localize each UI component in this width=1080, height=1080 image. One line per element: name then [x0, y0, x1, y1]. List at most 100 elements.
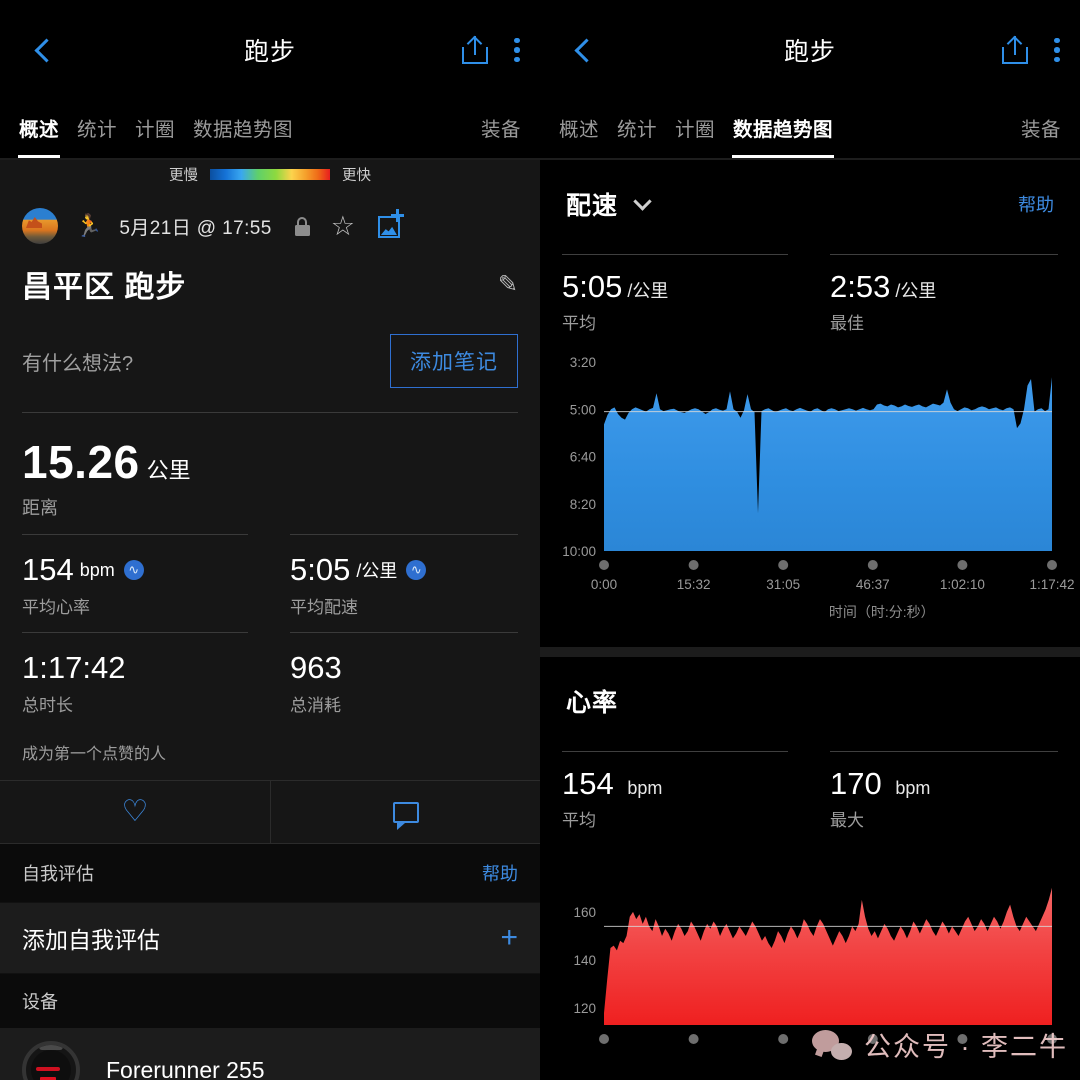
like-prompt: 成为第一个点赞的人	[22, 746, 167, 763]
avg-hr-caption: 平均心率	[22, 598, 90, 617]
topbar-actions	[462, 35, 520, 64]
chevron-left-icon	[33, 37, 59, 63]
back-button-right[interactable]	[560, 27, 606, 73]
gradient-faster-label: 更快	[342, 167, 371, 184]
hr-max-caption: 最大	[830, 811, 864, 830]
avg-pace-value: 5:05	[290, 552, 351, 587]
pace-metrics: 5:05/公里 平均 2:53/公里 最佳	[540, 254, 1080, 334]
right-panel-charts: 跑步 概述 统计 计圈 数据趋势图 装备 配速 帮助 5:05 /公里 平均 2…	[540, 0, 1080, 1080]
duration-caption: 总时长	[22, 696, 73, 715]
avatar[interactable]	[22, 208, 58, 244]
comment-bubble-icon	[392, 801, 419, 830]
add-self-assessment-row[interactable]: 添加自我评估 +	[0, 902, 540, 974]
tab-gear[interactable]: 装备	[472, 113, 530, 158]
pace-sensor-icon: ∿	[406, 560, 427, 580]
avg-pace-caption: 平均配速	[290, 598, 358, 617]
chevron-left-icon	[573, 37, 599, 63]
tab-stats[interactable]: 统计	[68, 113, 126, 158]
comment-button[interactable]	[270, 781, 540, 843]
calories-value: 963	[290, 650, 342, 685]
activity-title: 昌平区 跑步	[22, 271, 187, 304]
left-topbar: 跑步	[0, 0, 540, 100]
star-icon[interactable]: ☆	[331, 212, 355, 240]
distance-unit: 公里	[146, 458, 191, 483]
kebab-menu-icon[interactable]	[1054, 37, 1060, 63]
self-assessment-title: 自我评估	[22, 864, 94, 884]
kebab-menu-icon[interactable]	[514, 37, 520, 63]
chevron-down-icon[interactable]	[633, 191, 652, 211]
gradient-bar	[210, 168, 330, 180]
note-placeholder: 有什么想法?	[22, 352, 134, 375]
pace-avg-unit: /公里	[627, 281, 669, 301]
device-header: 设备	[0, 974, 540, 1028]
activity-title-row: 昌平区 跑步 ✎	[0, 244, 540, 306]
running-icon: 🏃	[75, 213, 103, 238]
distance-value: 15.26	[22, 436, 140, 488]
avg-hr-unit: bpm	[79, 559, 115, 580]
self-assessment-help-link[interactable]: 帮助	[482, 860, 518, 886]
stat-avg-pace: 5:05 /公里 ∿ 平均配速	[270, 534, 540, 618]
tab-stats[interactable]: 统计	[608, 113, 666, 158]
tab-overview[interactable]: 概述	[10, 113, 68, 158]
add-photo-icon[interactable]	[377, 209, 404, 238]
tab-charts[interactable]: 数据趋势图	[184, 113, 302, 158]
device-title: 设备	[22, 992, 58, 1012]
svg-text:0:00: 0:00	[591, 577, 617, 592]
like-button[interactable]: ♡	[0, 781, 270, 843]
tab-gear[interactable]: 装备	[1012, 113, 1070, 158]
pace-avg-metric: 5:05/公里 平均	[540, 254, 810, 334]
pace-avg-caption: 平均	[562, 314, 596, 333]
tab-laps[interactable]: 计圈	[126, 113, 184, 158]
share-icon[interactable]	[462, 35, 488, 64]
tab-charts[interactable]: 数据趋势图	[724, 113, 842, 158]
page-title-right: 跑步	[783, 38, 836, 66]
back-button[interactable]	[20, 27, 66, 73]
pace-avg-value: 5:05	[562, 269, 623, 304]
hr-avg-value: 154	[562, 766, 614, 801]
svg-text:5:00: 5:00	[570, 402, 596, 417]
hr-metrics: 154 bpm 平均 170 bpm 最大	[540, 751, 1080, 831]
dual-panel-screenshot: 跑步 概述 统计 计圈 数据趋势图 装备 更慢 更快 🏃 5月21日 @ 17:…	[0, 0, 1080, 1080]
svg-text:6:40: 6:40	[570, 450, 596, 465]
pace-help-link[interactable]: 帮助	[1018, 191, 1054, 217]
device-name: Forerunner 255	[106, 1056, 265, 1080]
card-divider	[540, 647, 1080, 657]
hr-card-header: 心率	[540, 657, 1080, 719]
svg-text:1:17:42: 1:17:42	[1029, 577, 1074, 592]
svg-text:时间（时:分:秒）: 时间（时:分:秒）	[829, 604, 935, 620]
add-self-assessment-label: 添加自我评估	[22, 927, 160, 953]
hr-max-unit: bpm	[895, 778, 931, 798]
svg-text:120: 120	[573, 1001, 596, 1016]
device-row[interactable]: Forerunner 255	[0, 1028, 540, 1080]
stats-grid-row-1: 154 bpm ∿ 平均心率 5:05 /公里 ∿ 平均配速	[0, 534, 540, 618]
watch-icon	[22, 1041, 80, 1080]
heart-rate-sensor-icon: ∿	[123, 560, 144, 580]
pace-chart[interactable]: 3:20 5:00 6:40 8:20 10:00 0:00 15:32 31:05 46:37…	[540, 348, 1080, 623]
add-note-button[interactable]: 添加笔记	[390, 334, 518, 388]
edit-pencil-icon[interactable]: ✎	[498, 270, 518, 299]
pace-gradient-legend: 更慢 更快	[0, 160, 540, 188]
pace-best-caption: 最佳	[830, 314, 864, 333]
svg-text:15:32: 15:32	[677, 577, 711, 592]
self-assessment-header: 自我评估 帮助	[0, 844, 540, 902]
svg-text:140: 140	[573, 953, 596, 968]
left-tab-bar: 概述 统计 计圈 数据趋势图 装备	[0, 100, 540, 158]
svg-text:46:37: 46:37	[856, 577, 890, 592]
share-icon[interactable]	[1002, 35, 1028, 64]
tab-overview[interactable]: 概述	[550, 113, 608, 158]
lock-icon[interactable]	[294, 216, 310, 236]
hr-max-metric: 170 bpm 最大	[810, 751, 1080, 831]
note-row: 有什么想法? 添加笔记	[0, 306, 540, 388]
hr-card-title: 心率	[566, 689, 619, 717]
pace-best-value: 2:53	[830, 269, 891, 304]
page-title: 跑步	[243, 38, 296, 66]
svg-text:8:20: 8:20	[570, 497, 596, 512]
right-tab-bar: 概述 统计 计圈 数据趋势图 装备	[540, 100, 1080, 158]
svg-text:160: 160	[573, 905, 596, 920]
hr-avg-caption: 平均	[562, 811, 596, 830]
activity-date: 5月21日 @ 17:55	[119, 217, 272, 239]
tab-laps[interactable]: 计圈	[666, 113, 724, 158]
stats-grid-row-2: 1:17:42 总时长 963 总消耗	[0, 632, 540, 716]
hr-chart[interactable]: 120 140 160	[540, 853, 1080, 1073]
pace-card: 配速 帮助 5:05/公里 平均 2:53/公里 最佳 3:20 5:00 6:…	[540, 160, 1080, 647]
